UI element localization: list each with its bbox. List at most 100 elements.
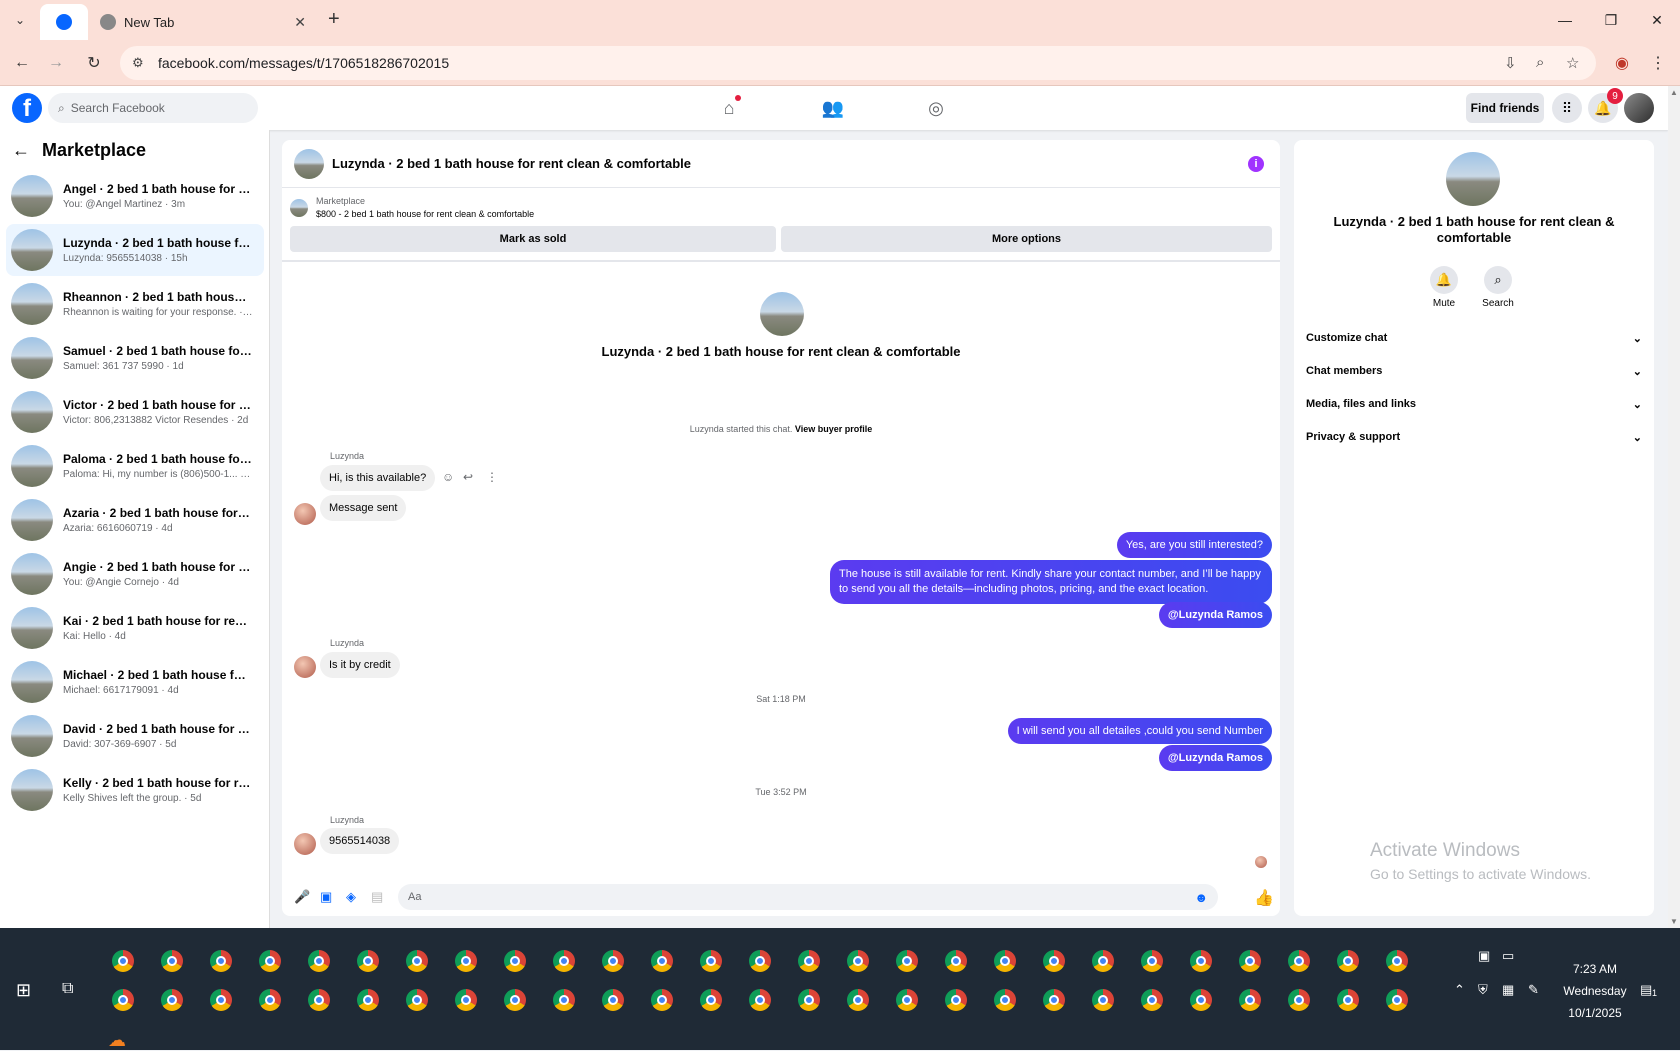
notification-center-icon[interactable]: ▤ [1640, 982, 1652, 998]
conversation-item-selected[interactable]: Luzynda · 2 bed 1 bath house for r... Luz… [6, 224, 264, 276]
conversation-item[interactable]: Angie · 2 bed 1 bath house for rent... Yo… [6, 548, 264, 600]
conversation-item[interactable]: Kai · 2 bed 1 bath house for rent cl... K… [6, 602, 264, 654]
microphone-icon[interactable]: 🎤 [294, 889, 310, 905]
conversation-item[interactable]: Azaria · 2 bed 1 bath house for ren... Az… [6, 494, 264, 546]
chrome-taskbar-icon[interactable] [798, 950, 820, 972]
message-bubble[interactable]: Message sent [320, 495, 407, 521]
chrome-taskbar-icon[interactable] [651, 989, 673, 1011]
emoji-icon[interactable]: ☻ [1194, 890, 1208, 905]
chrome-taskbar-icon[interactable] [749, 950, 771, 972]
menu-grid-icon[interactable]: ⠿ [1552, 93, 1582, 123]
network-icon[interactable]: ▦ [1502, 982, 1514, 998]
back-arrow-icon[interactable]: ← [12, 140, 30, 161]
react-emoji-icon[interactable]: ☺ [442, 470, 454, 484]
chrome-taskbar-icon[interactable] [161, 989, 183, 1011]
conversation-item[interactable]: Michael · 2 bed 1 bath house for re... Mi… [6, 656, 264, 708]
chrome-taskbar-icon[interactable] [1288, 950, 1310, 972]
chrome-taskbar-icon[interactable] [896, 950, 918, 972]
minimize-button[interactable]: — [1542, 0, 1588, 40]
chrome-taskbar-icon[interactable] [112, 950, 134, 972]
chrome-taskbar-icon[interactable] [1337, 950, 1359, 972]
chrome-taskbar-icon[interactable] [651, 950, 673, 972]
search-conversation-button[interactable]: ⌕ Search [1468, 266, 1528, 309]
chrome-taskbar-icon[interactable] [700, 989, 722, 1011]
chrome-taskbar-icon[interactable] [357, 950, 379, 972]
tray-display-icon[interactable]: ▭ [1502, 948, 1514, 964]
photo-icon[interactable]: ▣ [320, 889, 332, 905]
chrome-taskbar-icon[interactable] [1386, 989, 1408, 1011]
reload-button[interactable]: ↻ [82, 51, 106, 75]
chrome-taskbar-icon[interactable] [945, 950, 967, 972]
forward-button[interactable]: → [44, 51, 68, 75]
chrome-taskbar-icon[interactable] [1141, 950, 1163, 972]
chrome-taskbar-icon[interactable] [504, 950, 526, 972]
conversation-item[interactable]: Samuel · 2 bed 1 bath house for re... Sam… [6, 332, 264, 384]
chrome-taskbar-icon[interactable] [1239, 989, 1261, 1011]
tab-facebook[interactable] [40, 4, 88, 40]
sent-message-bubble[interactable]: I will send you all detailes ,could you … [1007, 718, 1272, 744]
home-icon[interactable]: ⌂ [715, 94, 743, 122]
message-bubble[interactable]: Hi, is this available? [320, 465, 436, 491]
chrome-taskbar-icon[interactable] [896, 989, 918, 1011]
chrome-taskbar-icon[interactable] [749, 989, 771, 1011]
chrome-taskbar-icon[interactable] [406, 950, 428, 972]
restore-button[interactable]: ❐ [1588, 0, 1634, 40]
back-button[interactable]: ← [10, 51, 34, 75]
conversation-item[interactable]: Paloma · 2 bed 1 bath house for re... Pal… [6, 440, 264, 492]
chrome-taskbar-icon[interactable] [406, 989, 428, 1011]
chrome-taskbar-icon[interactable] [1092, 989, 1114, 1011]
chrome-taskbar-icon[interactable] [1288, 989, 1310, 1011]
chrome-taskbar-icon[interactable] [1092, 950, 1114, 972]
chrome-taskbar-icon[interactable] [945, 989, 967, 1011]
mark-as-sold-button[interactable]: Mark as sold [290, 226, 776, 252]
profile-icon[interactable]: ◉ [1610, 51, 1634, 75]
friends-icon[interactable]: 👥 [819, 94, 847, 122]
chrome-taskbar-icon[interactable] [308, 989, 330, 1011]
message-bubble[interactable]: 9565514038 [320, 828, 400, 854]
conversation-item[interactable]: David · 2 bed 1 bath house for rent... Da… [6, 710, 264, 762]
tray-app-icon[interactable]: ▣ [1478, 948, 1490, 964]
conversation-item[interactable]: Rheannon · 2 bed 1 bath house for... Rhea… [6, 278, 264, 330]
pen-icon[interactable]: ✎ [1528, 982, 1539, 998]
chrome-taskbar-icon[interactable] [553, 989, 575, 1011]
chrome-taskbar-icon[interactable] [847, 950, 869, 972]
conversation-item[interactable]: Victor · 2 bed 1 bath house for ren... Vi… [6, 386, 264, 438]
chrome-menu-icon[interactable]: ⋮ [1646, 51, 1670, 75]
sent-message-bubble[interactable]: Yes, are you still interested? [1116, 532, 1272, 558]
chat-avatar[interactable] [294, 148, 324, 179]
sender-avatar[interactable] [294, 503, 316, 525]
chrome-taskbar-icon[interactable] [994, 989, 1016, 1011]
more-options-button[interactable]: More options [781, 226, 1272, 252]
chrome-taskbar-icon[interactable] [847, 989, 869, 1011]
chrome-taskbar-icon[interactable] [210, 950, 232, 972]
chrome-taskbar-icon[interactable] [455, 950, 477, 972]
chrome-taskbar-icon[interactable] [308, 950, 330, 972]
conversation-item[interactable]: Angel · 2 bed 1 bath house for rent... Yo… [6, 170, 264, 222]
sender-avatar[interactable] [294, 833, 316, 855]
chrome-taskbar-icon[interactable] [798, 989, 820, 1011]
chrome-taskbar-icon[interactable] [112, 989, 134, 1011]
chrome-taskbar-icon[interactable] [1043, 950, 1065, 972]
facebook-logo[interactable]: f [12, 93, 42, 123]
sender-avatar[interactable] [294, 656, 316, 678]
scroll-up-arrow-icon[interactable]: ▲ [1670, 88, 1678, 97]
bookmark-star-icon[interactable]: ☆ [1566, 54, 1579, 72]
media-files-links-section[interactable]: Media, files and links ⌄ [1306, 392, 1642, 416]
mute-button[interactable]: 🔔 Mute [1414, 266, 1474, 309]
reply-icon[interactable]: ↩ [463, 470, 473, 484]
new-tab-button[interactable]: + [328, 8, 340, 31]
chrome-taskbar-icon[interactable] [700, 950, 722, 972]
sticker-icon[interactable]: ◈ [346, 889, 356, 905]
chrome-taskbar-icon[interactable] [1190, 950, 1212, 972]
gif-icon[interactable]: ▤ [371, 889, 383, 905]
chrome-taskbar-icon[interactable] [1337, 989, 1359, 1011]
chat-members-section[interactable]: Chat members ⌄ [1306, 359, 1642, 383]
task-view-icon[interactable]: ⧉ [62, 980, 73, 998]
chrome-taskbar-icon[interactable] [161, 950, 183, 972]
like-icon[interactable]: 👍 [1254, 888, 1274, 908]
scroll-down-arrow-icon[interactable]: ▼ [1670, 917, 1678, 926]
close-tab-icon[interactable]: ✕ [294, 14, 306, 31]
address-bar[interactable]: ⚙ facebook.com/messages/t/17065182867020… [120, 46, 1596, 80]
system-clock[interactable]: 7:23 AM Wednesday 10/1/2025 [1550, 958, 1640, 1024]
search-input[interactable]: ⌕ Search Facebook [48, 93, 258, 123]
